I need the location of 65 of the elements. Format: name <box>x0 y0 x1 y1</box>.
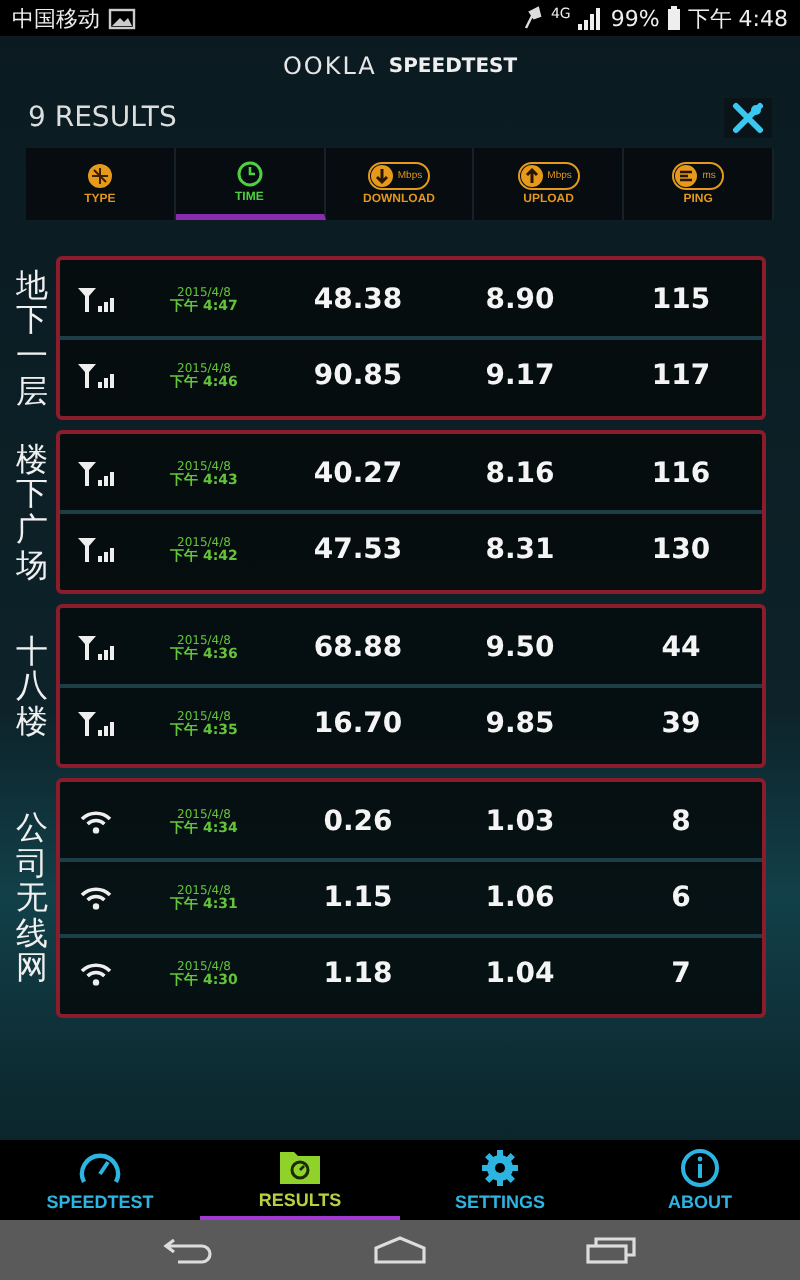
ping-value: 115 <box>649 284 713 316</box>
nav-tab[interactable]: ABOUT <box>600 1140 800 1220</box>
upload-speed: 9.50 <box>483 632 557 664</box>
info-icon <box>678 1148 722 1188</box>
ping-value: 117 <box>649 360 713 392</box>
nav-tab[interactable]: SETTINGS <box>400 1140 600 1220</box>
upload-speed: 9.17 <box>483 360 557 392</box>
download-speed: 16.70 <box>311 708 405 740</box>
ping-value: 39 <box>659 708 703 740</box>
folder-icon <box>278 1146 322 1186</box>
cellular-icon <box>78 538 114 562</box>
wifi-icon <box>80 886 112 910</box>
download-speed: 48.38 <box>311 284 405 316</box>
back-icon[interactable] <box>162 1236 214 1264</box>
upload-speed: 8.90 <box>483 284 557 316</box>
ping-value: 44 <box>659 632 703 664</box>
location-label: 十八楼 <box>16 633 48 739</box>
upload-speed: 8.16 <box>483 458 557 490</box>
download-speed: 1.18 <box>321 958 395 990</box>
upload-speed: 1.04 <box>483 958 557 990</box>
logo: OOKLA <box>282 52 377 80</box>
tools-button[interactable] <box>724 98 772 138</box>
cellular-icon <box>78 636 114 660</box>
ping-value: 8 <box>669 806 693 838</box>
ping-value: 116 <box>649 458 713 490</box>
battery-percent: 99% <box>610 5 660 31</box>
download-speed: 40.27 <box>311 458 405 490</box>
download-speed: 47.53 <box>311 534 405 566</box>
wifi-icon <box>80 962 112 986</box>
recent-apps-icon[interactable] <box>586 1236 638 1264</box>
product-name: SPEEDTEST <box>388 55 518 77</box>
upload-speed: 8.31 <box>483 534 557 566</box>
gauge-icon <box>78 1148 122 1188</box>
location-label: 地下一层 <box>16 267 48 409</box>
ping-value: 130 <box>649 534 713 566</box>
cellular-icon <box>78 364 114 388</box>
download-speed: 1.15 <box>321 882 395 914</box>
ping-value: 7 <box>669 958 693 990</box>
signal-icon <box>578 7 603 29</box>
cellular-icon <box>78 712 114 736</box>
upload-speed: 9.85 <box>483 708 557 740</box>
download-speed: 68.88 <box>311 632 405 664</box>
cellular-icon <box>78 288 114 312</box>
cellular-icon <box>78 462 114 486</box>
upload-speed: 1.06 <box>483 882 557 914</box>
results-count: 9 RESULTS <box>28 102 177 134</box>
battery-icon <box>667 6 680 30</box>
settings-icon <box>478 1148 522 1188</box>
wifi-icon <box>80 810 112 834</box>
carrier-name: 中国移动 <box>12 3 100 33</box>
clock-icon <box>235 159 264 187</box>
clock: 下午 4:48 <box>687 3 788 33</box>
location-label: 公司无线网 <box>16 810 48 986</box>
download-speed: 0.26 <box>321 806 395 838</box>
download-speed: 90.85 <box>311 360 405 392</box>
home-icon[interactable] <box>374 1236 426 1264</box>
up-arrow-icon <box>519 164 544 188</box>
upload-speed: 1.03 <box>483 806 557 838</box>
image-icon <box>108 7 136 29</box>
tools-icon <box>732 102 764 134</box>
location-label: 楼下广场 <box>16 441 48 583</box>
ping-icon <box>674 164 699 188</box>
ping-value: 6 <box>669 882 693 914</box>
nav-tab[interactable]: SPEEDTEST <box>0 1140 200 1220</box>
down-arrow-icon <box>369 164 394 188</box>
